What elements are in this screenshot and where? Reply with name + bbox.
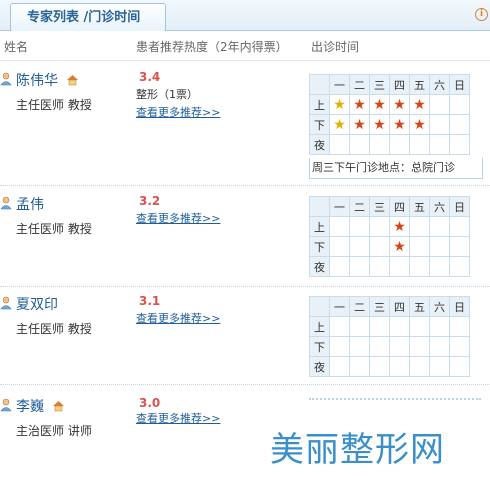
doctor-name[interactable]: 孟伟 <box>16 194 44 214</box>
tab-expert-list[interactable]: 专家列表 /门诊时间 <box>10 3 166 31</box>
column-header-rating: 患者推荐热度（2年内得票） <box>136 40 288 54</box>
column-header-name: 姓名 <box>4 40 29 54</box>
star-icon: ★ <box>373 116 386 133</box>
star-icon: ★ <box>373 96 386 113</box>
schedule-grid: 一二三四五六日 上 下 夜 <box>309 296 470 377</box>
info-icon[interactable]: i <box>475 8 488 21</box>
star-icon: ★ <box>393 238 406 255</box>
view-more-link[interactable]: 查看更多推荐>> <box>136 310 220 326</box>
doctor-icon <box>0 196 12 210</box>
recommend-score: 3.0 <box>139 396 161 410</box>
star-icon: ★ <box>393 218 406 235</box>
star-icon: ★ <box>393 116 406 133</box>
star-icon: ★ <box>353 116 366 133</box>
doctor-icon <box>0 296 12 310</box>
schedule-grid-partial <box>309 398 481 400</box>
recommend-score: 3.2 <box>139 194 161 208</box>
row-divider <box>0 384 490 385</box>
view-more-link[interactable]: 查看更多推荐>> <box>136 104 220 120</box>
header-divider <box>0 60 490 61</box>
vote-tag: 整形（1票） <box>136 88 198 101</box>
view-more-link[interactable]: 查看更多推荐>> <box>136 210 220 226</box>
star-icon: ★ <box>333 96 346 113</box>
column-header-schedule: 出诊时间 <box>311 40 360 54</box>
doctor-title: 主治医师 讲师 <box>16 424 92 438</box>
doctor-name[interactable]: 李巍 <box>16 396 44 416</box>
star-icon: ★ <box>333 116 346 133</box>
home-icon[interactable] <box>66 74 79 86</box>
watermark: 美丽整形网 <box>270 430 445 470</box>
clinic-location-note: 周三下午门诊地点：总院门诊 <box>309 158 483 179</box>
row-divider <box>0 286 490 287</box>
tab-bar: 专家列表 /门诊时间 i <box>0 0 490 31</box>
doctor-title: 主任医师 教授 <box>16 322 92 336</box>
recommend-score: 3.1 <box>139 294 161 308</box>
doctor-icon <box>0 72 12 86</box>
star-icon: ★ <box>413 116 426 133</box>
doctor-title: 主任医师 教授 <box>16 222 92 236</box>
doctor-icon <box>0 398 12 412</box>
schedule-grid: 一二三四五六日 上 ★ 下 ★ 夜 <box>309 196 470 277</box>
star-icon: ★ <box>353 96 366 113</box>
row-divider <box>0 185 490 186</box>
schedule-grid: 一二三四五六日 上 ★ ★ ★ ★ ★ 下 ★ ★ ★ ★ ★ 夜 <box>309 74 470 155</box>
home-icon[interactable] <box>52 400 65 412</box>
doctor-title: 主任医师 教授 <box>16 98 92 112</box>
star-icon: ★ <box>393 96 406 113</box>
view-more-link[interactable]: 查看更多推荐>> <box>136 410 220 426</box>
recommend-score: 3.4 <box>139 70 161 84</box>
doctor-name[interactable]: 夏双印 <box>16 294 58 314</box>
star-icon: ★ <box>413 96 426 113</box>
doctor-name[interactable]: 陈伟华 <box>16 70 58 90</box>
